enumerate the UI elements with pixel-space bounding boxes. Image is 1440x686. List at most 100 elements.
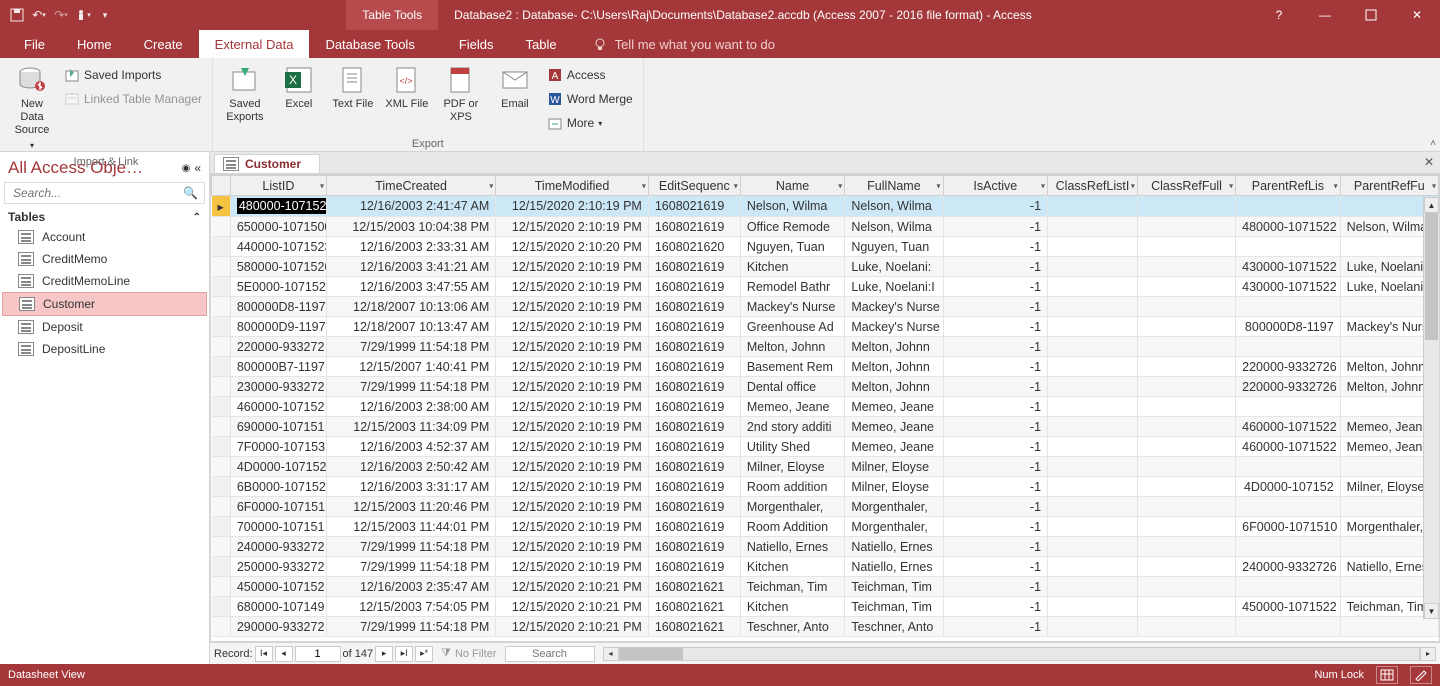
row-selector[interactable]	[212, 257, 231, 277]
cell-IsActive[interactable]: -1	[943, 517, 1048, 537]
table-row[interactable]: 250000-9332727/29/1999 11:54:18 PM12/15/…	[212, 557, 1439, 577]
access-export-button[interactable]: AAccess	[547, 64, 633, 86]
cell-TimeCreated[interactable]: 12/16/2003 2:41:47 AM	[326, 196, 495, 217]
cell-EditSequence[interactable]: 1608021619	[648, 417, 740, 437]
table-row[interactable]: 650000-107150012/15/2003 10:04:38 PM12/1…	[212, 217, 1439, 237]
cell-IsActive[interactable]: -1	[943, 196, 1048, 217]
cell-ListID[interactable]: 230000-933272	[230, 377, 326, 397]
table-row[interactable]: 680000-10714912/15/2003 7:54:05 PM12/15/…	[212, 597, 1439, 617]
cell-ListID[interactable]: 650000-1071500	[230, 217, 326, 237]
cell-ClassRefFullName[interactable]	[1137, 557, 1235, 577]
cell-EditSequence[interactable]: 1608021621	[648, 617, 740, 637]
cell-ClassRefListID[interactable]	[1048, 437, 1138, 457]
cell-TimeCreated[interactable]: 12/15/2003 7:54:05 PM	[326, 597, 495, 617]
prev-record-button[interactable]: ◂	[275, 646, 293, 662]
cell-Name[interactable]: Greenhouse Ad	[740, 317, 845, 337]
cell-ListID[interactable]: 700000-107151	[230, 517, 326, 537]
cell-TimeCreated[interactable]: 12/16/2003 3:31:17 AM	[326, 477, 495, 497]
table-row[interactable]: 580000-107152612/16/2003 3:41:21 AM12/15…	[212, 257, 1439, 277]
cell-EditSequence[interactable]: 1608021619	[648, 337, 740, 357]
row-selector[interactable]	[212, 377, 231, 397]
cell-IsActive[interactable]: -1	[943, 477, 1048, 497]
cell-TimeCreated[interactable]: 12/16/2003 2:38:00 AM	[326, 397, 495, 417]
vertical-scrollbar[interactable]: ▲ ▼	[1423, 197, 1439, 619]
cell-FullName[interactable]: Teschner, Anto	[845, 617, 943, 637]
column-dropdown-icon[interactable]: ▾	[1432, 181, 1436, 190]
cell-FullName[interactable]: Memeo, Jeane	[845, 437, 943, 457]
sidebar-item-account[interactable]: Account	[0, 226, 209, 248]
cell-ClassRefListID[interactable]	[1048, 397, 1138, 417]
cell-ParentRefListID[interactable]	[1236, 237, 1341, 257]
saved-imports-button[interactable]: Saved Imports	[64, 64, 202, 86]
datasheet-search-input[interactable]	[505, 646, 595, 662]
cell-ClassRefFullName[interactable]	[1137, 237, 1235, 257]
cell-ClassRefFullName[interactable]	[1137, 477, 1235, 497]
cell-ClassRefFullName[interactable]	[1137, 517, 1235, 537]
sidebar-item-deposit[interactable]: Deposit	[0, 316, 209, 338]
row-selector[interactable]	[212, 437, 231, 457]
cell-IsActive[interactable]: -1	[943, 537, 1048, 557]
cell-Name[interactable]: Office Remode	[740, 217, 845, 237]
cell-ClassRefFullName[interactable]	[1137, 337, 1235, 357]
row-selector[interactable]	[212, 357, 231, 377]
cell-Name[interactable]: Milner, Eloyse	[740, 457, 845, 477]
cell-TimeCreated[interactable]: 12/16/2003 3:41:21 AM	[326, 257, 495, 277]
column-dropdown-icon[interactable]: ▾	[838, 181, 842, 190]
horizontal-scrollbar[interactable]: ◂ ▸	[603, 647, 1437, 661]
cell-IsActive[interactable]: -1	[943, 457, 1048, 477]
cell-Name[interactable]: Room addition	[740, 477, 845, 497]
cell-ClassRefFullName[interactable]	[1137, 196, 1235, 217]
cell-TimeModified[interactable]: 12/15/2020 2:10:19 PM	[496, 517, 649, 537]
cell-TimeCreated[interactable]: 7/29/1999 11:54:18 PM	[326, 377, 495, 397]
cell-IsActive[interactable]: -1	[943, 337, 1048, 357]
cell-Name[interactable]: Room Addition	[740, 517, 845, 537]
cell-ListID[interactable]: 680000-107149	[230, 597, 326, 617]
cell-ClassRefFullName[interactable]	[1137, 277, 1235, 297]
cell-ListID[interactable]: 6B0000-107152	[230, 477, 326, 497]
cell-ClassRefFullName[interactable]	[1137, 577, 1235, 597]
cell-ClassRefListID[interactable]	[1048, 196, 1138, 217]
sidebar-item-creditmemo[interactable]: CreditMemo	[0, 248, 209, 270]
cell-ParentRefListID[interactable]	[1236, 337, 1341, 357]
cell-FullName[interactable]: Luke, Noelani:I	[845, 277, 943, 297]
cell-ParentRefListID[interactable]: 450000-1071522	[1236, 597, 1341, 617]
column-header-ClassRefListID[interactable]: ClassRefListI▾	[1048, 176, 1138, 196]
cell-ParentRefListID[interactable]: 480000-1071522	[1236, 217, 1341, 237]
cell-IsActive[interactable]: -1	[943, 617, 1048, 637]
cell-ClassRefListID[interactable]	[1048, 557, 1138, 577]
row-selector[interactable]	[212, 477, 231, 497]
cell-ClassRefListID[interactable]	[1048, 537, 1138, 557]
table-row[interactable]: 4D0000-10715212/16/2003 2:50:42 AM12/15/…	[212, 457, 1439, 477]
table-row[interactable]: 220000-9332727/29/1999 11:54:18 PM12/15/…	[212, 337, 1439, 357]
first-record-button[interactable]: I◂	[255, 646, 273, 662]
table-row[interactable]: ▸480000-107152112/16/2003 2:41:47 AM12/1…	[212, 196, 1439, 217]
cell-FullName[interactable]: Teichman, Tim	[845, 577, 943, 597]
help-icon[interactable]: ?	[1256, 0, 1302, 30]
cell-ClassRefListID[interactable]	[1048, 317, 1138, 337]
cell-TimeCreated[interactable]: 12/15/2007 1:40:41 PM	[326, 357, 495, 377]
cell-ClassRefFullName[interactable]	[1137, 317, 1235, 337]
cell-ClassRefFullName[interactable]	[1137, 297, 1235, 317]
table-row[interactable]: 800000B7-119712/15/2007 1:40:41 PM12/15/…	[212, 357, 1439, 377]
cell-EditSequence[interactable]: 1608021620	[648, 237, 740, 257]
cell-ParentRefListID[interactable]	[1236, 397, 1341, 417]
save-icon[interactable]	[8, 6, 26, 24]
cell-FullName[interactable]: Morgenthaler,	[845, 497, 943, 517]
column-dropdown-icon[interactable]: ▾	[489, 181, 493, 190]
cell-ParentRefListID[interactable]	[1236, 297, 1341, 317]
cell-TimeModified[interactable]: 12/15/2020 2:10:21 PM	[496, 597, 649, 617]
cell-Name[interactable]: Dental office	[740, 377, 845, 397]
cell-ClassRefListID[interactable]	[1048, 457, 1138, 477]
cell-TimeCreated[interactable]: 12/16/2003 4:52:37 AM	[326, 437, 495, 457]
cell-ListID[interactable]: 460000-107152	[230, 397, 326, 417]
cell-ClassRefFullName[interactable]	[1137, 397, 1235, 417]
sidebar-item-creditmemoline[interactable]: CreditMemoLine	[0, 270, 209, 292]
row-selector[interactable]	[212, 557, 231, 577]
cell-IsActive[interactable]: -1	[943, 297, 1048, 317]
cell-Name[interactable]: Mackey's Nurse	[740, 297, 845, 317]
cell-ListID[interactable]: 440000-1071523	[230, 237, 326, 257]
cell-ParentRefListID[interactable]: 800000D8-1197	[1236, 317, 1341, 337]
cell-TimeModified[interactable]: 12/15/2020 2:10:19 PM	[496, 297, 649, 317]
cell-IsActive[interactable]: -1	[943, 277, 1048, 297]
cell-FullName[interactable]: Milner, Eloyse	[845, 457, 943, 477]
